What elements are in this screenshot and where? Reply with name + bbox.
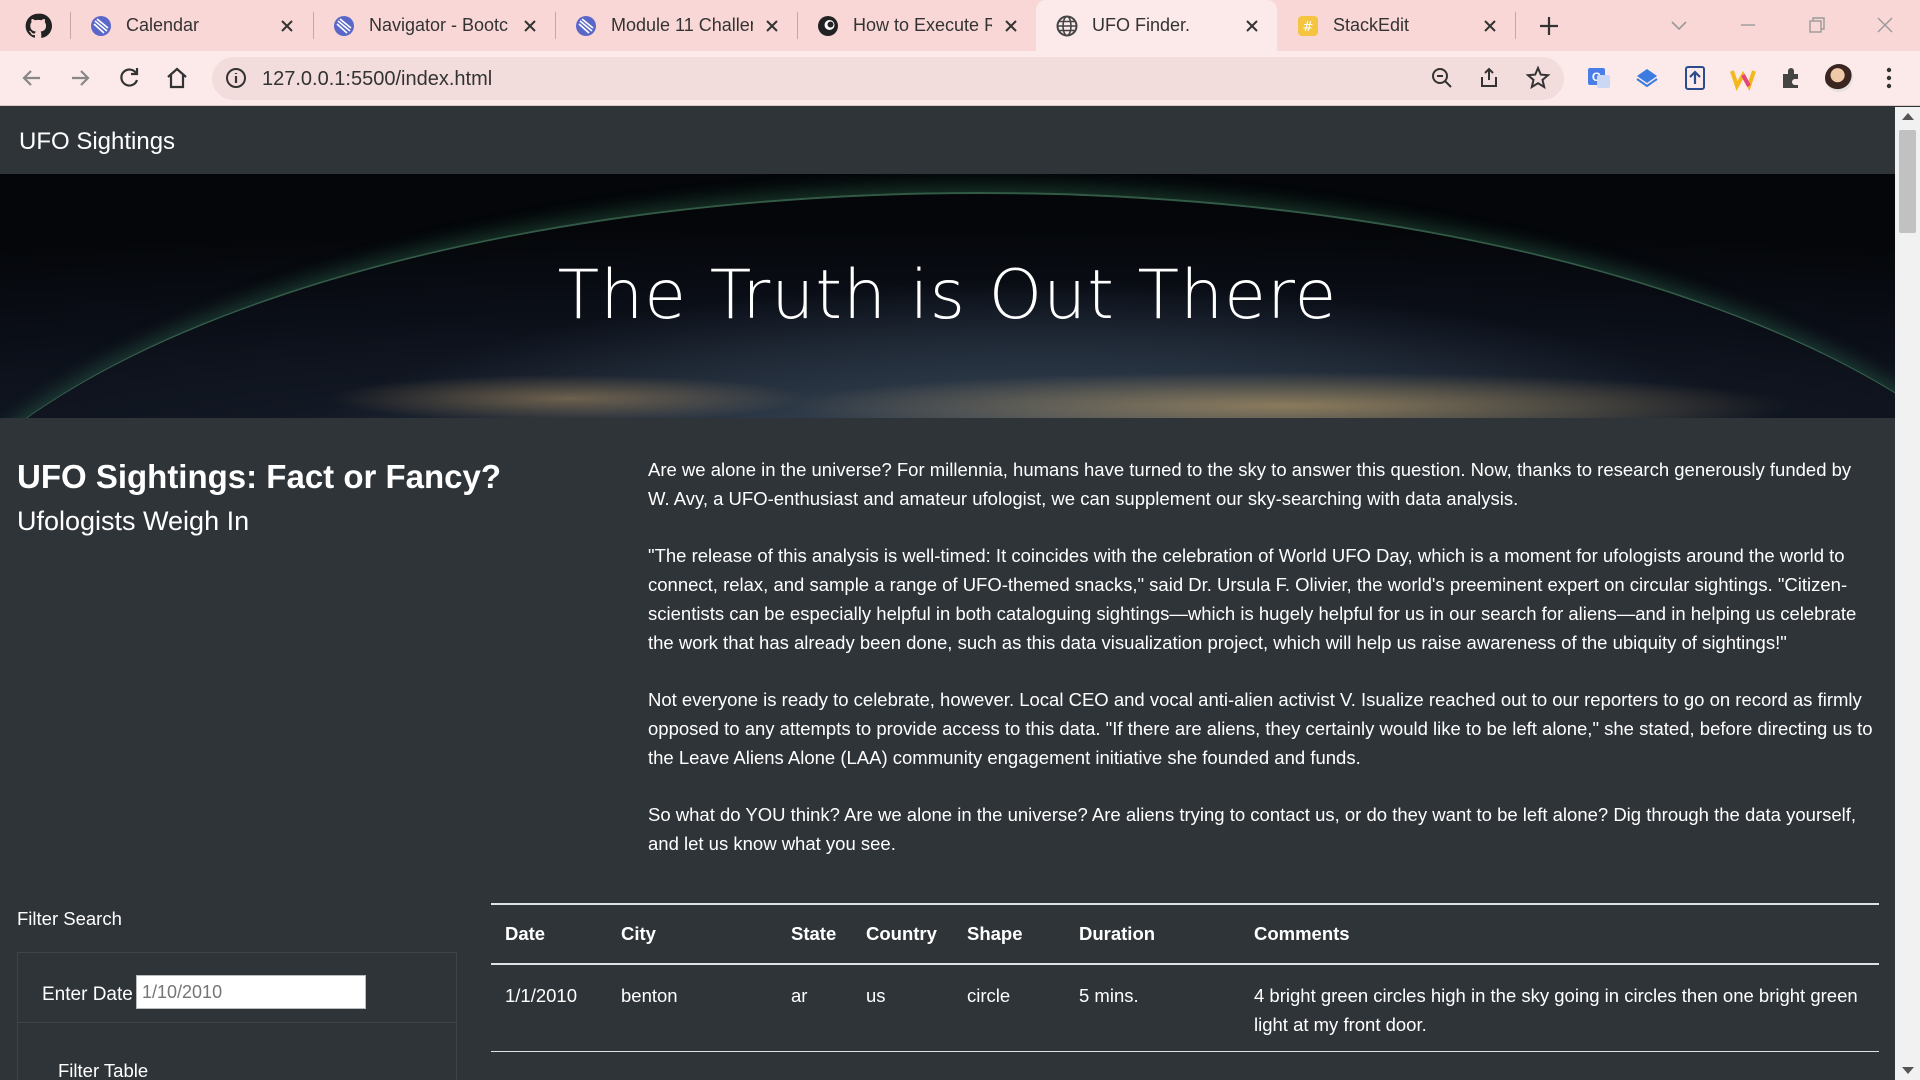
article-paragraph: "The release of this analysis is well-ti… <box>648 545 1857 653</box>
scroll-up-arrow-icon[interactable] <box>1902 113 1914 120</box>
tab-how-to-execute[interactable]: How to Execute R <box>797 0 1036 51</box>
date-input[interactable] <box>136 975 366 1009</box>
cell-comments: 4 bright green circles high in the sky g… <box>1240 964 1879 1052</box>
date-label: Enter Date <box>42 984 133 1005</box>
scroll-thumb[interactable] <box>1899 130 1916 233</box>
heading-subtitle: Ufologists Weigh In <box>17 506 250 536</box>
tab-title: How to Execute R <box>853 15 992 35</box>
tab-module-11[interactable]: Module 11 Challer <box>555 0 797 51</box>
tab-stackedit[interactable]: # StackEdit <box>1277 0 1515 51</box>
hero-banner: The Truth is Out There <box>0 174 1895 418</box>
close-icon[interactable] <box>761 15 783 37</box>
tab-calendar[interactable]: Calendar <box>70 0 312 51</box>
bookmark-star-icon[interactable] <box>1525 65 1551 91</box>
back-arrow-icon[interactable] <box>18 64 46 92</box>
column-header-duration: Duration <box>1065 904 1240 965</box>
tab-title: StackEdit <box>1333 15 1410 35</box>
table-header-row: Date City State Country Shape Duration C… <box>491 904 1879 965</box>
navbar-brand[interactable]: UFO Sightings <box>19 128 175 156</box>
tab-strip: Calendar Navigator - Bootc Module 11 Cha… <box>0 0 1920 51</box>
profile-avatar[interactable] <box>1825 64 1853 92</box>
address-bar[interactable]: 127.0.0.1:5500/index.html <box>212 57 1564 100</box>
filter-search-title: Filter Search <box>17 908 122 929</box>
close-icon[interactable] <box>1000 15 1022 37</box>
article-body: Are we alone in the universe? For millen… <box>648 455 1873 886</box>
extension-w-icon[interactable] <box>1729 64 1757 92</box>
restore-icon[interactable] <box>1804 12 1830 38</box>
page-heading: UFO Sightings: Fact or Fancy? Ufologists… <box>17 456 607 542</box>
tab-search-chevron-icon[interactable] <box>1666 12 1692 38</box>
article-paragraph: So what do YOU think? Are we alone in th… <box>648 804 1857 854</box>
menu-kebab-icon[interactable] <box>1875 64 1903 92</box>
cell-date: 1/1/2010 <box>491 964 607 1052</box>
tab-title: Navigator - Bootc <box>369 15 509 35</box>
article-paragraph: Not everyone is ready to celebrate, howe… <box>648 689 1873 768</box>
ufo-table: Date City State Country Shape Duration C… <box>491 903 1879 1052</box>
forward-arrow-icon[interactable] <box>66 64 94 92</box>
filter-table-button[interactable]: Filter Table <box>58 1060 148 1080</box>
scroll-down-arrow-icon[interactable] <box>1902 1067 1914 1074</box>
extension-diamond-icon[interactable] <box>1633 64 1661 92</box>
browser-toolbar: 127.0.0.1:5500/index.html G <box>0 51 1920 106</box>
hero-title: The Truth is Out There <box>557 256 1338 335</box>
stackedit-icon: # <box>1298 15 1318 36</box>
bootcamp-globe-icon <box>576 15 596 36</box>
column-header-comments: Comments <box>1240 904 1879 965</box>
info-icon[interactable] <box>223 65 249 91</box>
extensions-puzzle-icon[interactable] <box>1777 64 1805 92</box>
url-text: 127.0.0.1:5500/index.html <box>262 68 493 90</box>
filter-date-row: Enter Date <box>18 953 456 1023</box>
globe-icon <box>1056 15 1078 36</box>
site-favicon <box>818 15 838 36</box>
cell-shape: circle <box>953 964 1065 1052</box>
tab-separator <box>1515 12 1516 39</box>
tab-title: Calendar <box>126 15 200 35</box>
close-icon[interactable] <box>1479 15 1501 37</box>
share-icon[interactable] <box>1477 65 1503 91</box>
svg-text:#: # <box>1303 20 1314 35</box>
cell-state: ar <box>777 964 852 1052</box>
tab-title: Module 11 Challer <box>611 15 753 35</box>
close-window-icon[interactable] <box>1872 12 1898 38</box>
new-tab-button[interactable] <box>1535 12 1563 40</box>
column-header-city: City <box>607 904 777 965</box>
upload-extension-icon[interactable] <box>1681 64 1709 92</box>
column-header-country: Country <box>852 904 953 965</box>
tab-ufo-finder[interactable]: UFO Finder. <box>1036 0 1277 51</box>
close-icon[interactable] <box>519 15 541 37</box>
close-icon[interactable] <box>276 15 298 37</box>
close-icon[interactable] <box>1241 15 1263 37</box>
table-row: 1/1/2010 benton ar us circle 5 mins. 4 b… <box>491 964 1879 1052</box>
page-scrollbar[interactable] <box>1895 107 1920 1080</box>
bootcamp-globe-icon <box>334 15 354 36</box>
heading-title: UFO Sightings: Fact or Fancy? <box>17 458 502 495</box>
column-header-date: Date <box>491 904 607 965</box>
cell-country: us <box>852 964 953 1052</box>
cell-duration: 5 mins. <box>1065 964 1240 1052</box>
filter-panel: Enter Date Filter Table <box>17 952 457 1080</box>
reload-icon[interactable] <box>115 64 143 92</box>
tab-navigator[interactable]: Navigator - Bootc <box>313 0 555 51</box>
minimize-icon[interactable] <box>1735 12 1761 38</box>
tab-title: UFO Finder. <box>1092 15 1191 35</box>
cell-city: benton <box>607 964 777 1052</box>
translate-extension-icon[interactable]: G <box>1585 64 1613 92</box>
column-header-shape: Shape <box>953 904 1065 965</box>
article-paragraph: Are we alone in the universe? For millen… <box>648 459 1852 509</box>
zoom-icon[interactable] <box>1429 65 1455 91</box>
page-content: UFO Sightings The Truth is Out There UFO… <box>0 107 1895 1080</box>
github-icon[interactable] <box>24 12 52 40</box>
bootcamp-globe-icon <box>91 15 111 36</box>
home-icon[interactable] <box>163 64 191 92</box>
column-header-state: State <box>777 904 852 965</box>
